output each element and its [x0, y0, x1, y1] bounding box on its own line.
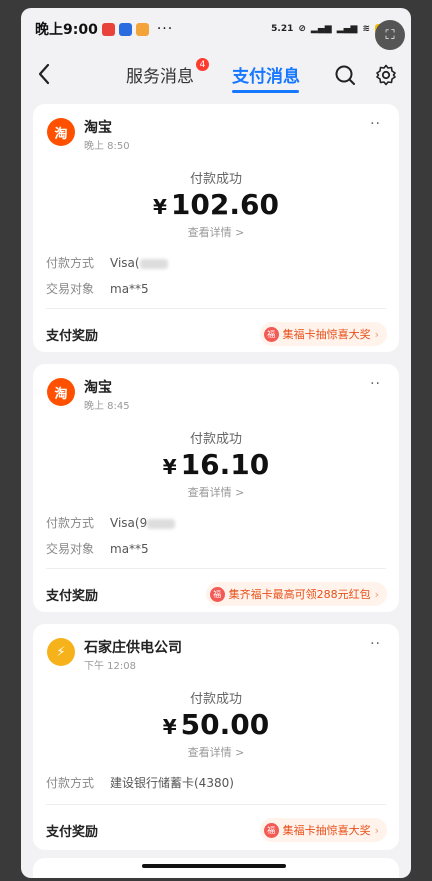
- merchant-name: 石家庄供电公司: [84, 640, 182, 656]
- payment-amount: ¥50.00: [162, 708, 270, 741]
- fu-card-icon: 福: [263, 326, 279, 342]
- message-time: 晚上 8:50: [84, 141, 130, 152]
- view-detail-link[interactable]: 查看详情 >: [33, 744, 399, 760]
- payment-message-card[interactable]: ⚡ 石家庄供电公司 下午 12:08 ·· 付款成功 ¥50.00 查看详情 >…: [33, 624, 399, 850]
- view-detail-link[interactable]: 查看详情 >: [33, 484, 399, 500]
- reward-button[interactable]: 福集福卡抽惊喜大奖 ›: [259, 818, 387, 842]
- lightning-icon: ⚡: [47, 638, 75, 666]
- fu-card-icon: 福: [209, 586, 225, 602]
- chevron-right-icon: ›: [374, 823, 379, 837]
- pay-method-row: 付款方式 建设银行储蓄卡(4380): [46, 776, 234, 790]
- nav-bar: 服务消息 4 支付消息: [21, 50, 411, 98]
- reward-button[interactable]: 福集福卡抽惊喜大奖 ›: [259, 322, 387, 346]
- pay-method-row: 付款方式 Visa(9: [46, 514, 176, 531]
- more-options-icon[interactable]: ··: [370, 376, 381, 392]
- view-detail-link[interactable]: 查看详情 >: [33, 224, 399, 240]
- network-speed: 5.21: [271, 24, 294, 34]
- screen-record-icon[interactable]: ⛶: [375, 20, 405, 50]
- taobao-logo-icon: 淘: [47, 378, 75, 406]
- payment-amount: ¥16.10: [162, 448, 270, 481]
- tab-service-messages[interactable]: 服务消息: [126, 62, 194, 87]
- active-tab-indicator: [232, 90, 299, 93]
- payment-amount: ¥102.60: [153, 188, 279, 221]
- reward-label: 支付奖励: [46, 589, 99, 604]
- payment-message-card-partial[interactable]: [33, 858, 399, 878]
- reward-label: 支付奖励: [46, 825, 99, 840]
- payment-status: 付款成功: [189, 692, 242, 707]
- payment-message-card[interactable]: 淘 淘宝 晚上 8:50 ·· 付款成功 ¥102.60 查看详情 > 付款方式…: [33, 104, 399, 352]
- phone-screen: 晚上9:00 ··· 5.21 ⊘ ▂▄▆ ▂▄▆ ≋ ⛶ 服务消息 4 支付消…: [21, 8, 411, 878]
- counterparty-row: 交易对象 ma**5: [46, 282, 149, 296]
- pay-method-row: 付款方式 Visa(: [46, 254, 168, 271]
- app-notification-icon: [118, 22, 132, 36]
- status-time: 晚上9:00: [35, 22, 98, 38]
- chevron-right-icon: ›: [374, 587, 379, 601]
- payment-status: 付款成功: [189, 432, 242, 447]
- message-time: 下午 12:08: [84, 661, 136, 672]
- signal-icon: ▂▄▆: [310, 24, 332, 34]
- counterparty-row: 交易对象 ma**5: [46, 542, 149, 556]
- message-time: 晚上 8:45: [84, 401, 130, 412]
- merchant-name: 淘宝: [84, 120, 112, 136]
- divider: [46, 568, 386, 569]
- payment-status: 付款成功: [189, 172, 242, 187]
- signal-icon: ▂▄▆: [336, 24, 358, 34]
- back-icon[interactable]: [33, 60, 57, 88]
- divider: [46, 804, 386, 805]
- reward-button[interactable]: 福集齐福卡最高可领288元红包 ›: [205, 582, 387, 606]
- unread-badge: 4: [196, 58, 209, 71]
- divider: [46, 308, 386, 309]
- reward-label: 支付奖励: [46, 329, 99, 344]
- app-notification-icon: [135, 22, 149, 36]
- taobao-logo-icon: 淘: [47, 118, 75, 146]
- fu-card-icon: 福: [263, 822, 279, 838]
- status-bar: 晚上9:00 ··· 5.21 ⊘ ▂▄▆ ▂▄▆ ≋: [21, 8, 411, 50]
- payment-message-card[interactable]: 淘 淘宝 晚上 8:45 ·· 付款成功 ¥16.10 查看详情 > 付款方式 V…: [33, 364, 399, 612]
- more-notifications-icon: ···: [156, 21, 174, 37]
- home-indicator[interactable]: [142, 864, 286, 868]
- search-icon[interactable]: [334, 64, 356, 86]
- wifi-icon: ≋: [362, 24, 370, 34]
- gear-icon[interactable]: [375, 64, 397, 86]
- more-options-icon[interactable]: ··: [370, 636, 381, 652]
- more-options-icon[interactable]: ··: [370, 116, 381, 132]
- merchant-name: 淘宝: [84, 380, 112, 396]
- mute-icon: ⊘: [298, 24, 306, 34]
- chevron-right-icon: ›: [374, 327, 379, 341]
- app-notification-icon: [101, 22, 115, 36]
- tab-payment-messages[interactable]: 支付消息: [232, 62, 300, 87]
